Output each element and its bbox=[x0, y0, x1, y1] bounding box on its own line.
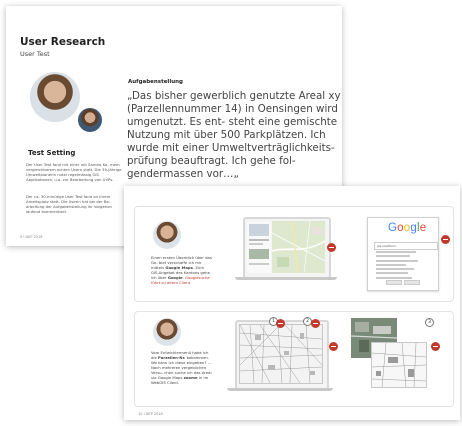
step-number-3: 3 bbox=[425, 318, 434, 327]
cadastral-plan-view bbox=[239, 324, 323, 384]
warning-icon bbox=[431, 342, 440, 351]
persona-photo bbox=[30, 72, 80, 122]
task-heading: Aufgabenstellung bbox=[128, 79, 183, 85]
page-title: User Research bbox=[20, 36, 106, 48]
test-setting-heading: Test Setting bbox=[28, 149, 76, 157]
warning-icon bbox=[311, 319, 320, 328]
step-description: Einen ersten Überblick über das Ge- biet… bbox=[151, 255, 212, 285]
zoomed-plan-lines bbox=[372, 343, 426, 387]
google-map-view bbox=[272, 221, 325, 273]
google-search-window: Google gis solothurn bbox=[367, 217, 439, 291]
page-footer: 9 I DEP 2018 bbox=[20, 235, 43, 239]
map-roads bbox=[272, 221, 325, 273]
plan-lines bbox=[240, 325, 322, 383]
google-search-input[interactable]: gis solothurn bbox=[374, 242, 438, 250]
persona-photo-small bbox=[76, 106, 104, 134]
page-subtitle: User Test bbox=[20, 50, 50, 58]
laptop-base bbox=[227, 388, 333, 391]
maps-sidebar bbox=[247, 221, 271, 273]
task-quote: „Das bisher gewerblich genutzte Areal xy… bbox=[127, 90, 341, 180]
page-footer: 10 I DEP 2018 bbox=[138, 412, 163, 416]
lucky-button[interactable] bbox=[404, 280, 420, 285]
test-setting-text-2: Der ca. 30-minütige User Test fand an ih… bbox=[26, 194, 112, 214]
step-card-webgis: Vom Entwicklermenü habe ich die Parzelle… bbox=[134, 311, 454, 407]
google-logo: Google bbox=[388, 222, 427, 234]
step-card-google-maps: Einen ersten Überblick über das Ge- biet… bbox=[134, 206, 454, 302]
test-setting-text-1: Der User Test fand mit einer mit Sandra … bbox=[26, 162, 122, 182]
search-suggestions bbox=[376, 251, 426, 281]
step-description: Vom Entwicklermenü habe ich die Parzelle… bbox=[151, 350, 212, 385]
slide-page-user-test-steps: Einen ersten Überblick über das Ge- biet… bbox=[124, 186, 460, 420]
laptop-screen bbox=[235, 320, 329, 390]
zoomed-plan-view bbox=[371, 342, 427, 388]
warning-icon bbox=[276, 319, 285, 328]
persona-photo bbox=[153, 318, 181, 346]
warning-icon bbox=[327, 243, 336, 252]
warning-icon bbox=[441, 235, 450, 244]
persona-photo bbox=[153, 221, 181, 249]
laptop-base bbox=[235, 277, 337, 280]
warning-icon bbox=[329, 342, 338, 351]
search-button[interactable] bbox=[386, 280, 402, 285]
laptop-screen bbox=[243, 217, 331, 279]
